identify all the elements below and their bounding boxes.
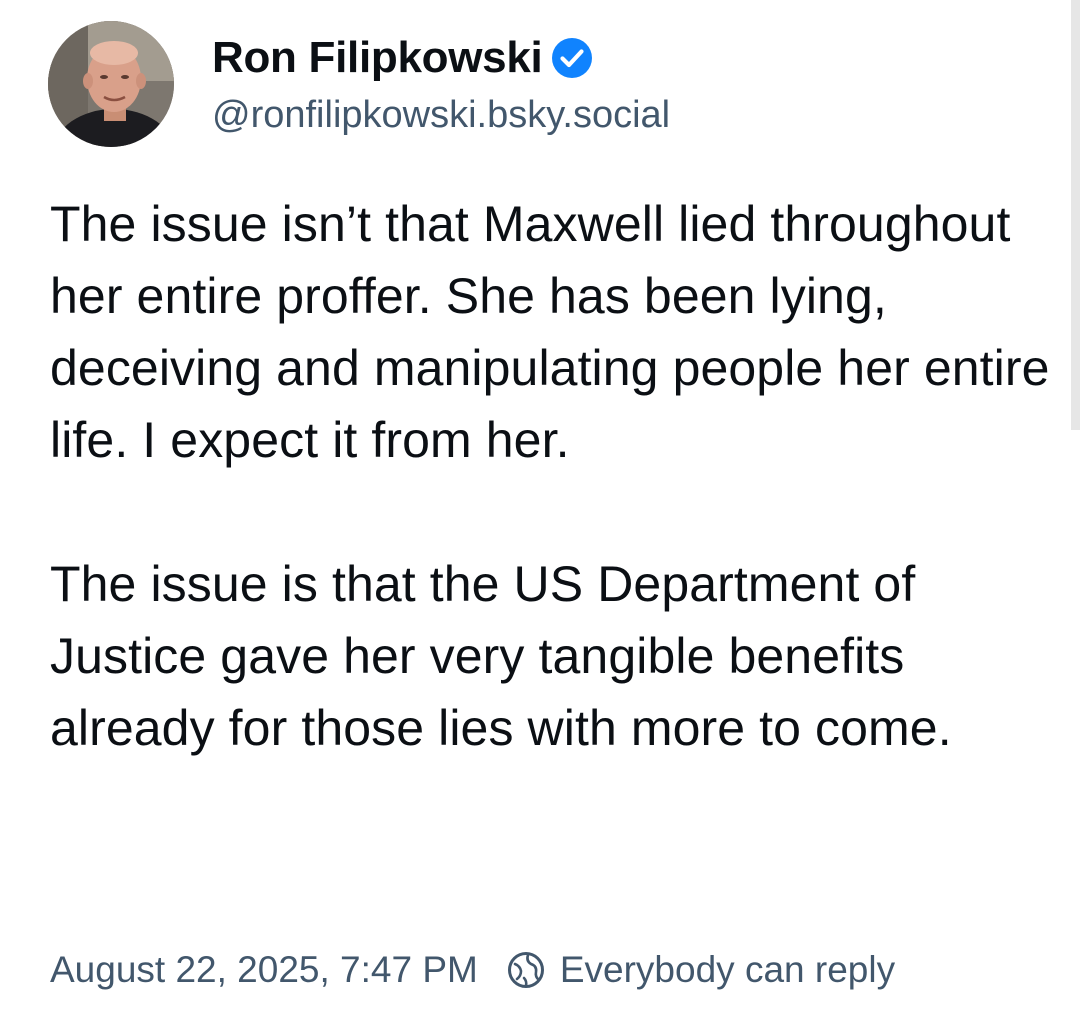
post-text: The issue isn’t that Maxwell lied throug… bbox=[50, 196, 1050, 756]
avatar[interactable] bbox=[48, 21, 174, 147]
display-name[interactable]: Ron Filipkowski bbox=[212, 33, 543, 83]
reply-setting[interactable]: Everybody can reply bbox=[506, 949, 895, 991]
post-meta: August 22, 2025, 7:47 PM Everybody can r… bbox=[50, 944, 895, 996]
post-detail: Ron Filipkowski @ronfilipkowski.bsky.soc… bbox=[0, 0, 1080, 1019]
author-row: Ron Filipkowski bbox=[212, 28, 594, 88]
reply-setting-label: Everybody can reply bbox=[559, 949, 896, 990]
verified-check-icon[interactable] bbox=[550, 36, 594, 80]
post-timestamp[interactable]: August 22, 2025, 7:47 PM bbox=[50, 949, 478, 991]
author-handle[interactable]: @ronfilipkowski.bsky.social bbox=[212, 94, 670, 137]
scrollbar[interactable] bbox=[1071, 0, 1080, 430]
avatar-image bbox=[48, 21, 174, 147]
globe-icon bbox=[506, 950, 546, 990]
